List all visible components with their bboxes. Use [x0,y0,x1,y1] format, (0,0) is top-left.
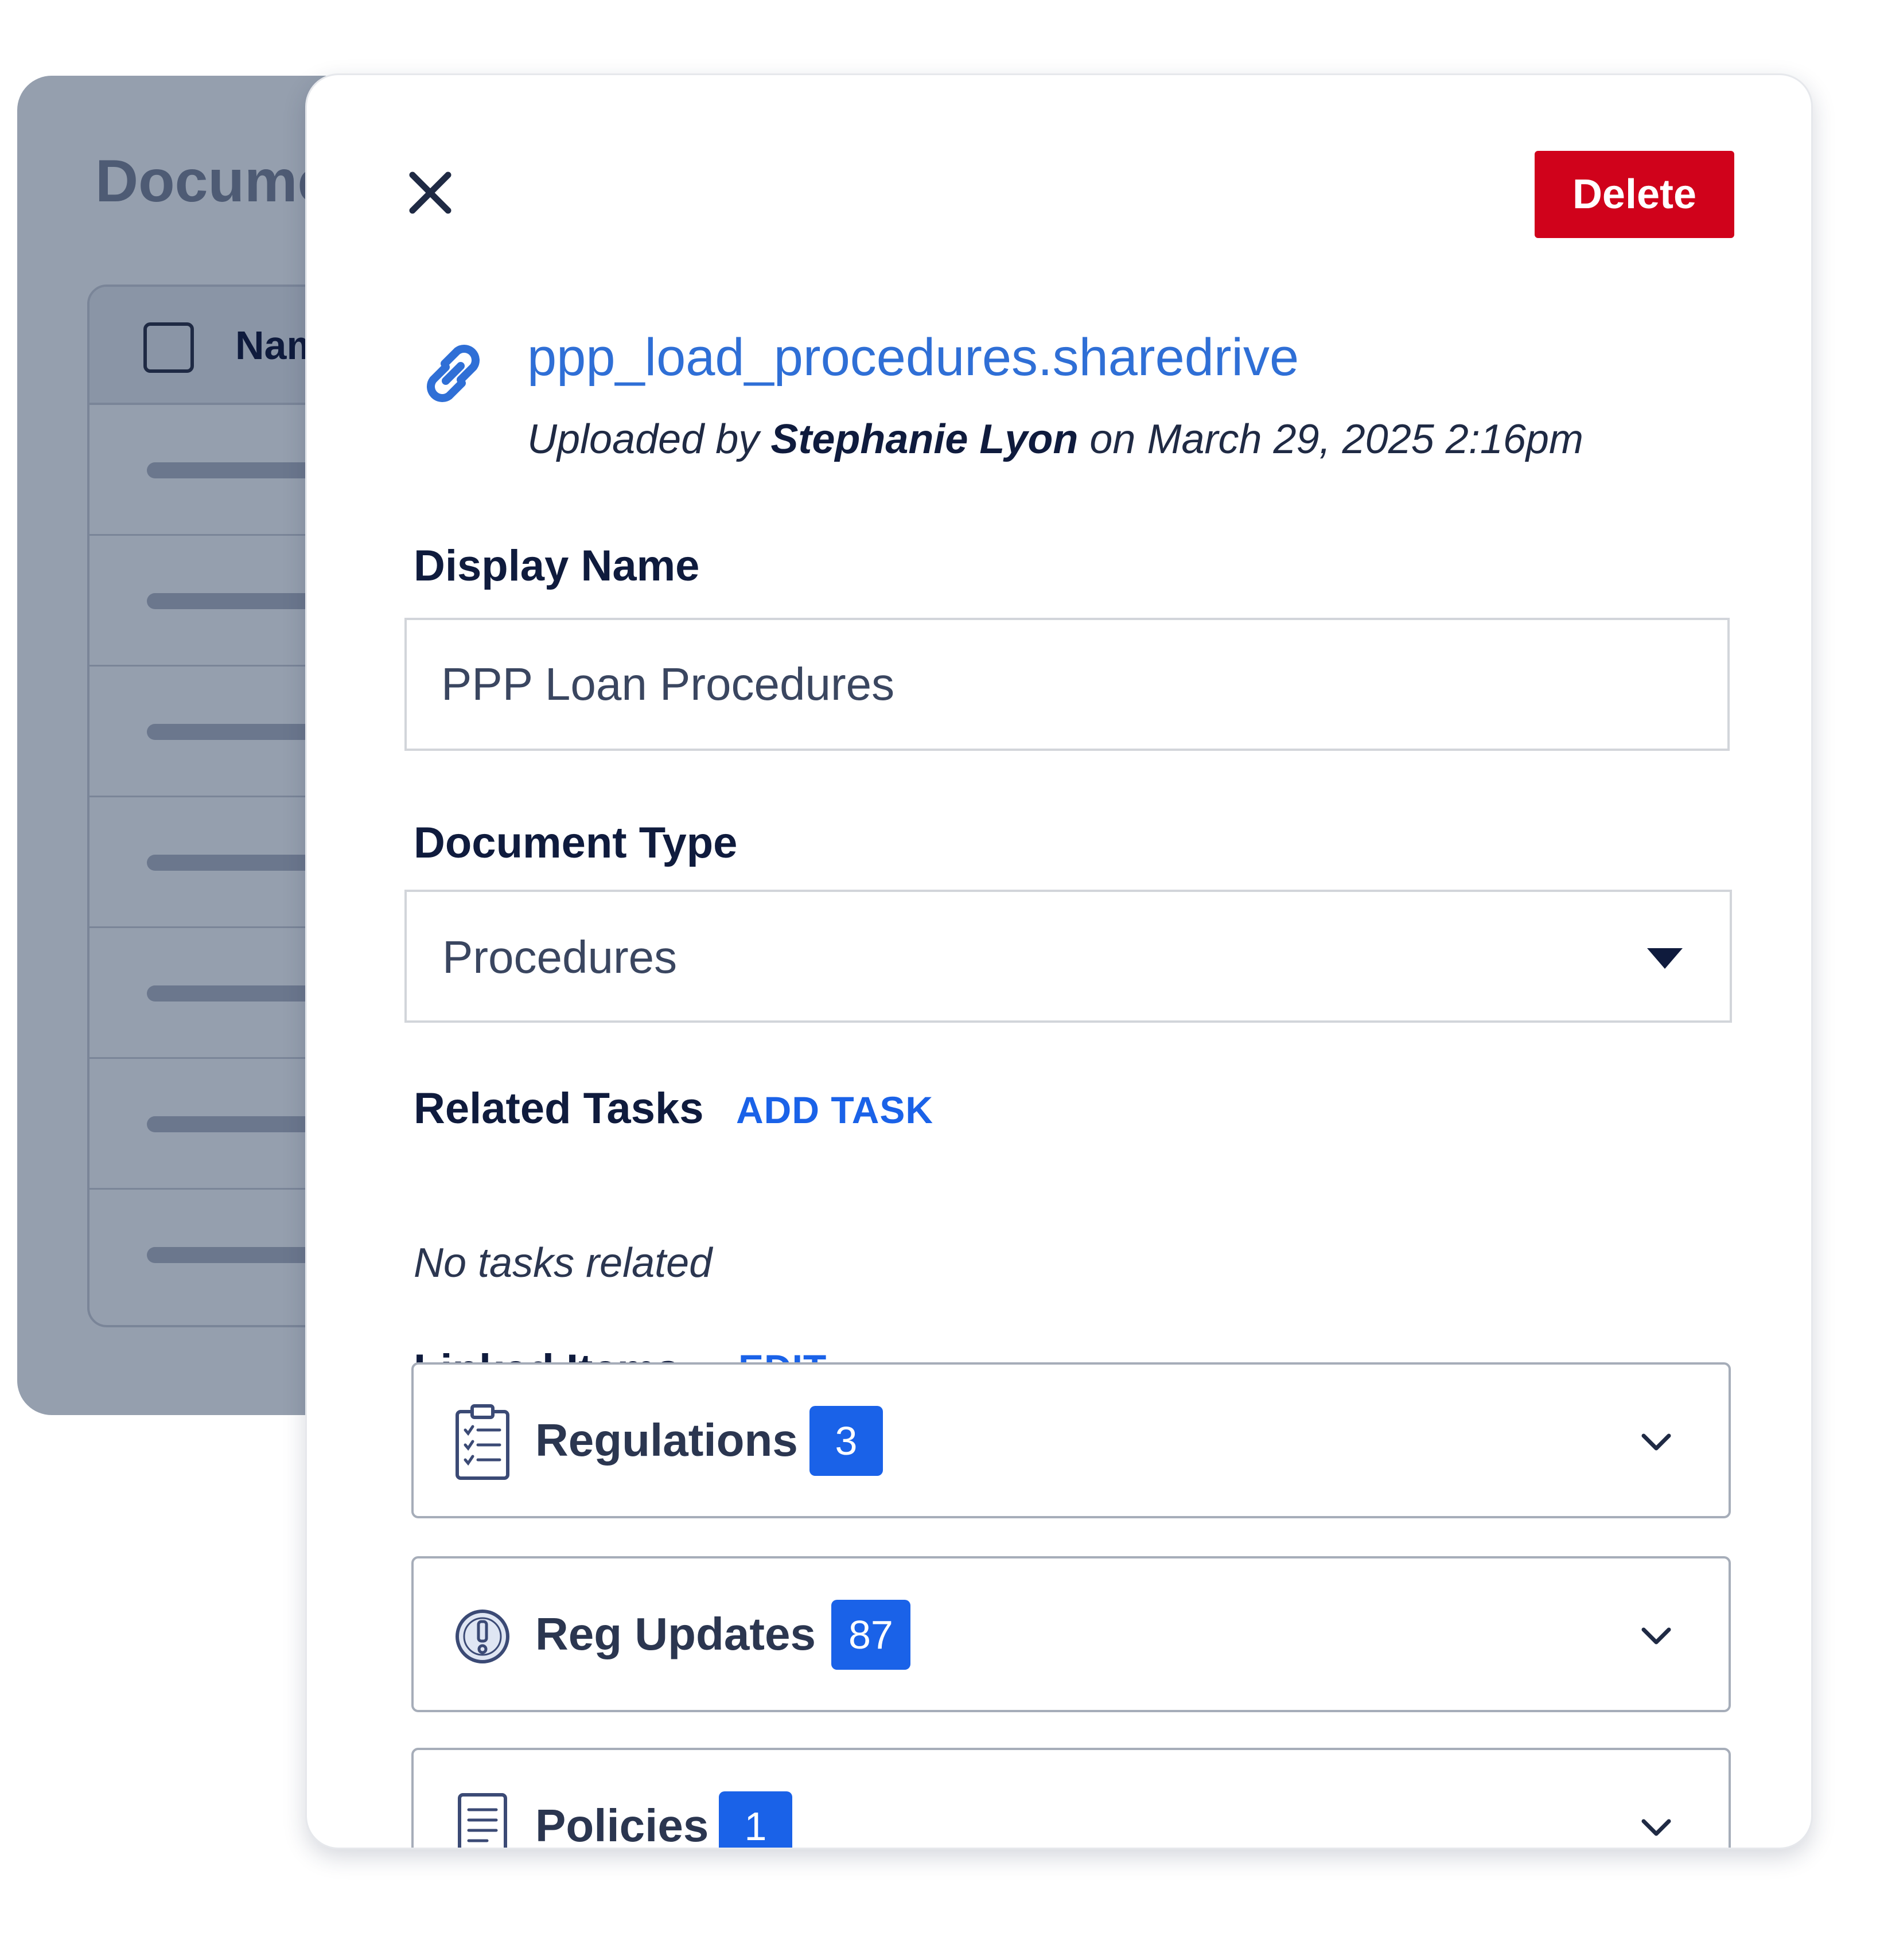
upload-info-date: on March 29, 2025 2:16pm [1078,416,1583,462]
caret-down-icon [1646,946,1684,971]
document-type-select[interactable]: Procedures [404,890,1732,1023]
upload-info-prefix: Uploaded by [527,416,771,462]
file-name-link[interactable]: ppp_load_procedures.sharedrive [527,328,1299,388]
no-tasks-text: No tasks related [414,1240,713,1286]
display-name-input[interactable] [404,618,1730,751]
alert-badge-icon [453,1596,512,1675]
select-all-checkbox [143,322,194,373]
regulations-count-badge: 3 [809,1406,883,1476]
close-icon [409,172,451,214]
accordion-regulations-label: Regulations [535,1415,798,1466]
clipboard-checklist-icon [453,1402,512,1482]
close-button[interactable] [404,167,456,219]
document-type-label: Document Type [414,819,738,867]
accordion-reg-updates[interactable]: Reg Updates 87 [411,1556,1731,1712]
chevron-down-icon [1639,1625,1673,1648]
chevron-down-icon [1639,1817,1673,1840]
document-detail-panel: Delete ppp_load_procedures.sharedrive Up… [305,73,1813,1849]
documents-page-title: Docume [95,148,331,215]
accordion-policies[interactable]: Policies 1 [411,1748,1731,1849]
reg-updates-count-badge: 87 [831,1600,910,1670]
add-task-link[interactable]: ADD TASK [736,1088,933,1132]
accordion-regulations[interactable]: Regulations 3 [411,1362,1731,1518]
accordion-reg-updates-label: Reg Updates [535,1608,816,1659]
uploader-name: Stephanie Lyon [770,416,1079,462]
display-name-label: Display Name [414,541,700,590]
document-type-value: Procedures [442,932,678,983]
related-tasks-label: Related Tasks [414,1084,704,1133]
chevron-down-icon [1639,1431,1673,1454]
policies-count-badge: 1 [719,1791,792,1848]
document-lines-icon [453,1788,512,1848]
delete-button[interactable]: Delete [1535,151,1734,238]
accordion-policies-label: Policies [535,1800,709,1849]
link-icon [410,330,496,416]
upload-info: Uploaded by Stephanie Lyon on March 29, … [527,416,1583,463]
